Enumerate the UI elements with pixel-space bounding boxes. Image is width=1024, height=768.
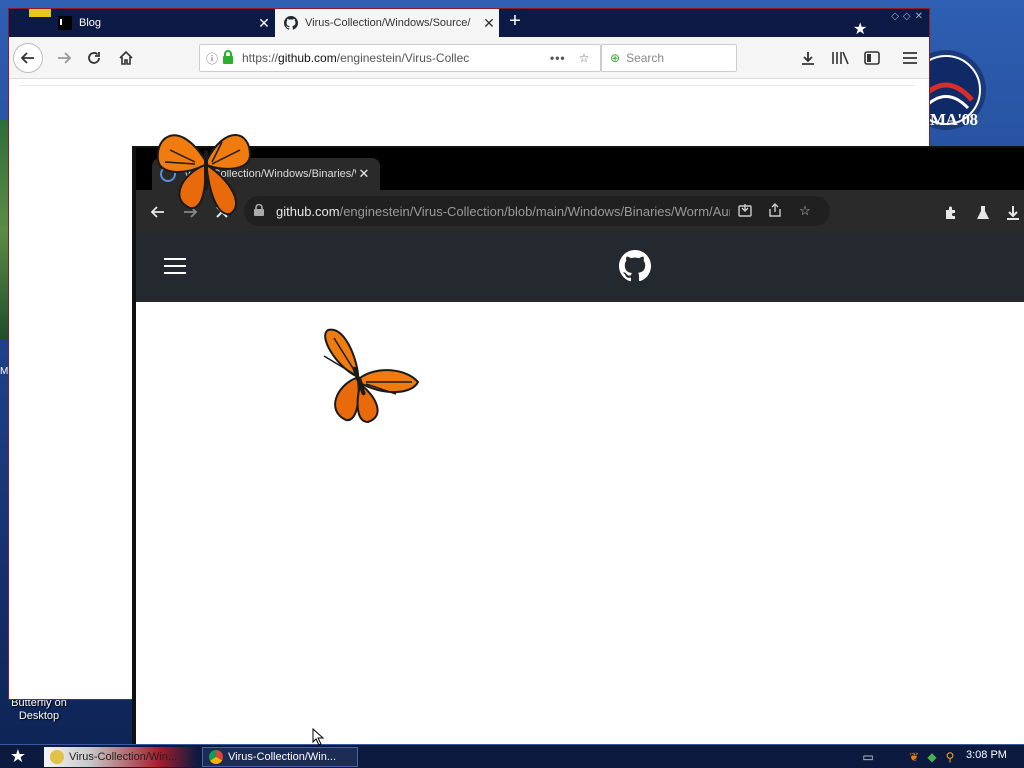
back-button[interactable] (13, 43, 43, 73)
github-header (136, 232, 1024, 302)
close-tab-icon[interactable]: ✕ (254, 15, 274, 32)
desktop-wallpaper-strip (0, 120, 8, 340)
extensions-puzzle-icon[interactable] (940, 202, 962, 224)
firefox-content-divider (19, 85, 915, 86)
url-host: github.com (278, 51, 337, 65)
desktop-icon-label[interactable]: Butterfly on Desktop (6, 697, 72, 723)
reload-button[interactable] (79, 43, 109, 73)
taskbar-clock[interactable]: 3:08 PM (966, 749, 1007, 761)
downloads-icon[interactable] (1002, 202, 1024, 224)
back-icon (20, 52, 34, 64)
folder-icon (29, 9, 51, 17)
library-icon[interactable] (829, 47, 851, 69)
blog-favicon-icon (57, 15, 73, 31)
taskbar-item-label: Virus-Collection/Win... (69, 751, 177, 763)
lab-flask-icon[interactable] (972, 202, 994, 224)
butterfly-tray-icon[interactable]: ❦ (906, 749, 922, 765)
tab-blog[interactable]: Blog ✕ (49, 9, 274, 37)
butterfly-sprite-center (323, 328, 420, 424)
lock-icon[interactable] (222, 49, 238, 67)
share-icon[interactable] (760, 202, 790, 220)
url-path: /enginestein/Virus-Collec (336, 51, 470, 65)
install-app-icon[interactable] (730, 203, 760, 220)
forward-icon (58, 52, 72, 64)
campaign-logo-text: MA'08 (930, 110, 978, 129)
firefox-toolbar: ⓘ https://github.com/enginestein/Virus-C… (9, 37, 929, 79)
bookmark-star-icon[interactable]: ☆ (790, 203, 820, 219)
chrome-window: Virus-Collection/Windows/Binaries/W ✕ gi… (132, 146, 1024, 744)
chrome-tab-bar: Virus-Collection/Windows/Binaries/W ✕ (136, 148, 1024, 190)
maximize-icon[interactable]: ◇ (903, 11, 911, 22)
home-icon (119, 50, 133, 65)
butterfly-sprite-top (156, 134, 252, 216)
window-controls[interactable]: ◇ ◇ ✕ (891, 11, 923, 22)
chrome-toolbar: github.com/enginestein/Virus-Collection/… (136, 190, 1024, 232)
search-tray-icon[interactable]: ⚲ (942, 749, 958, 765)
url-text: https://github.com/enginestein/Virus-Col… (242, 51, 550, 65)
close-tab-icon[interactable]: ✕ (356, 166, 372, 182)
taskbar-item-label: Virus-Collection/Win... (228, 751, 336, 763)
taskbar-item-firefox[interactable]: Virus-Collection/Win... (44, 747, 198, 767)
firefox-app-icon (50, 750, 64, 764)
mouse-cursor-icon (312, 728, 325, 746)
shield-tray-icon[interactable]: ◆ (924, 749, 940, 765)
url-path: /enginestein/Virus-Collection/blob/main/… (339, 203, 730, 219)
keyboard-icon[interactable]: ▭ (860, 749, 876, 765)
info-icon[interactable]: ⓘ (206, 50, 222, 67)
minimize-icon[interactable]: ◇ (891, 11, 899, 22)
search-placeholder: Search (626, 51, 665, 65)
url-text: github.com/enginestein/Virus-Collection/… (276, 204, 730, 219)
taskbar: ★ Virus-Collection/Win... Virus-Collecti… (0, 744, 1024, 768)
page-actions-icon[interactable]: ••• (550, 51, 574, 65)
taskbar-item-chrome[interactable]: Virus-Collection/Win... (202, 747, 358, 767)
tab-title: Virus-Collection/Windows/Source/ (305, 17, 471, 29)
tab-virus-collection[interactable]: Virus-Collection/Windows/Source/ ✕ (275, 9, 499, 37)
new-tab-button[interactable]: + (505, 11, 525, 33)
home-button[interactable] (111, 43, 141, 73)
github-favicon-icon (283, 15, 299, 31)
chrome-app-icon (209, 750, 223, 764)
close-window-icon[interactable]: ✕ (915, 11, 923, 22)
close-tab-icon[interactable]: ✕ (479, 15, 499, 32)
search-engine-icon[interactable]: ⊕ (610, 51, 620, 65)
hamburger-menu-icon[interactable] (899, 47, 921, 69)
sidebar-icon[interactable] (861, 47, 883, 69)
forward-button[interactable] (49, 43, 79, 73)
url-host: github.com (276, 203, 340, 219)
downloads-icon[interactable] (797, 47, 819, 69)
tab-title: Blog (79, 17, 102, 29)
bookmark-star-icon[interactable]: ☆ (574, 51, 594, 65)
star-icon: ★ (853, 21, 868, 38)
firefox-tab-bar: Blog ✕ Virus-Collection/Windows/Source/ … (9, 9, 929, 38)
start-button[interactable]: ★ (6, 747, 30, 767)
omnibox[interactable]: github.com/enginestein/Virus-Collection/… (244, 196, 830, 226)
url-bar[interactable]: ⓘ https://github.com/enginestein/Virus-C… (199, 44, 601, 72)
search-box[interactable]: ⊕ Search (601, 44, 737, 72)
github-octocat-logo-icon[interactable] (619, 250, 651, 282)
reload-icon (88, 52, 100, 64)
hamburger-menu-icon[interactable] (164, 258, 186, 276)
url-scheme: https:// (242, 51, 279, 65)
